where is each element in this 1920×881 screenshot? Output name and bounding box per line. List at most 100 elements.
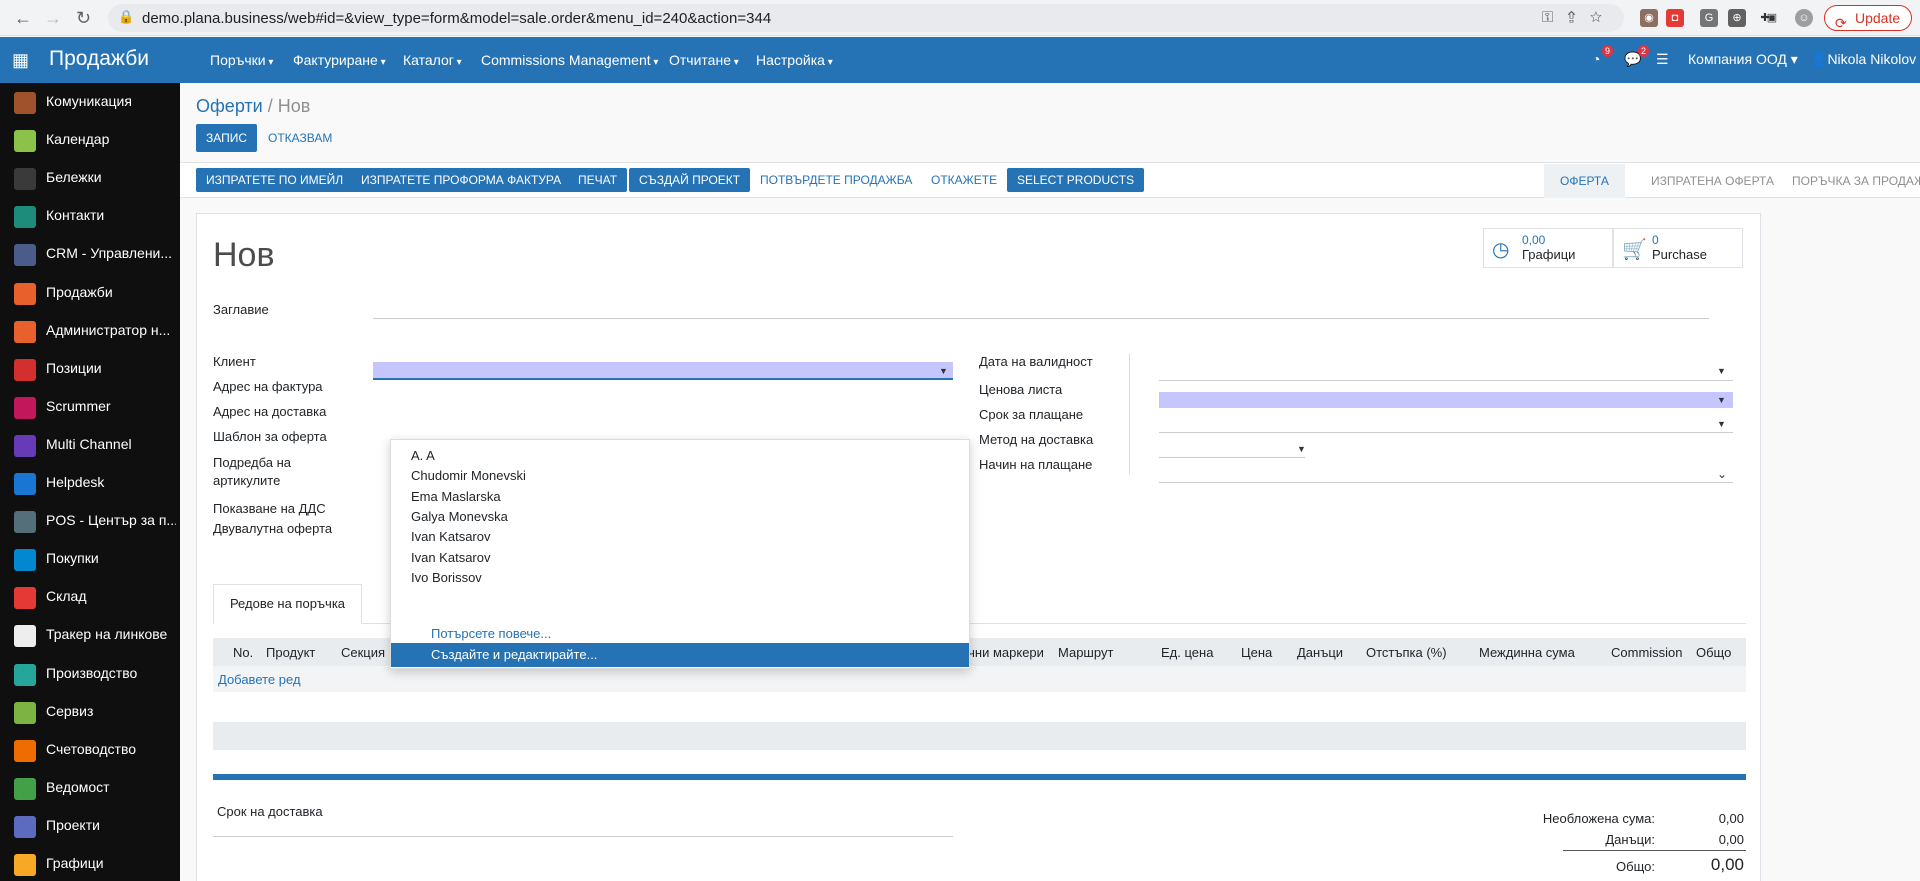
column-header[interactable]: Отстъпка (%) (1366, 645, 1447, 660)
create-project-button[interactable]: СЪЗДАЙ ПРОЕКТ (629, 168, 751, 192)
stage-sale-order[interactable]: ПОРЪЧКА ЗА ПРОДАЖБИ (1776, 164, 1920, 198)
stage-quotation-sent[interactable]: ИЗПРАТЕНА ОФЕРТА (1635, 164, 1790, 198)
delivery-method-caret-icon[interactable]: ▼ (1297, 444, 1306, 454)
discard-button[interactable]: ОТКАЗВАМ (258, 126, 342, 150)
validity-date-input[interactable] (1159, 380, 1733, 381)
sidebar-item[interactable]: Проекти (0, 807, 180, 845)
delivery-term-input[interactable] (213, 836, 953, 837)
sidebar-item[interactable]: Контакти (0, 197, 180, 235)
sidebar-item[interactable]: Ведомост (0, 769, 180, 807)
sidebar-item[interactable]: Helpdesk (0, 464, 180, 502)
sidebar-item[interactable]: Графици (0, 845, 180, 881)
sidebar-item[interactable]: Счетоводство (0, 731, 180, 769)
client-option[interactable]: Ivo Borissov (411, 570, 482, 585)
smart-button-purchase[interactable]: 🛒 0 Purchase (1613, 228, 1743, 268)
address-bar-icons[interactable]: ⚿⇪☆ (1542, 9, 1616, 26)
breadcrumb-parent[interactable]: Оферти (196, 96, 263, 116)
column-header[interactable]: Общо (1696, 645, 1731, 660)
tab-order-lines[interactable]: Редове на поръчка (213, 584, 362, 624)
client-option[interactable]: Ivan Katsarov (411, 550, 491, 565)
client-option[interactable]: Ema Maslarska (411, 489, 501, 504)
sidebar-item[interactable]: POS - Център за п... (0, 502, 180, 540)
back-icon[interactable]: ← (14, 8, 32, 29)
sidebar-item[interactable]: Позиции (0, 350, 180, 388)
payment-terms-input[interactable] (1159, 432, 1733, 433)
payment-method-caret-icon[interactable]: ⌄ (1717, 467, 1727, 481)
sidebar-item[interactable]: Календар (0, 121, 180, 159)
menu-orders[interactable]: Поръчки (210, 52, 273, 68)
sidebar-item[interactable]: Сервиз (0, 693, 180, 731)
column-header[interactable]: Продукт (266, 645, 315, 660)
client-option[interactable]: A. A (411, 448, 435, 463)
app-icon (14, 473, 36, 495)
client-input[interactable] (373, 362, 953, 380)
update-button[interactable]: ⟳ Update (1824, 5, 1912, 31)
sidebar-item-label: Scrummer (46, 397, 111, 414)
sidebar-item[interactable]: Администратор н... (0, 312, 180, 350)
sidebar-item[interactable]: Продажби (0, 274, 180, 312)
column-header[interactable]: Междинна сума (1479, 645, 1575, 660)
send-email-button[interactable]: ИЗПРАТЕТЕ ПО ИМЕЙЛ (196, 168, 354, 192)
sidebar-item[interactable]: Склад (0, 578, 180, 616)
confirm-sale-button[interactable]: ПОТВЪРДЕТЕ ПРОДАЖБА (750, 168, 922, 192)
extension-icon[interactable]: ◘ (1666, 9, 1684, 27)
messages-icon[interactable]: 💬 2 (1624, 45, 1650, 68)
column-header[interactable]: Данъци (1297, 645, 1343, 660)
sidebar-item[interactable]: Бележки (0, 159, 180, 197)
reload-icon[interactable]: ↻ (76, 8, 91, 29)
smart-button-timesheets[interactable]: ◷ 0,00 Графици (1483, 228, 1613, 268)
menu-commissions[interactable]: Commissions Management (481, 52, 658, 68)
save-button[interactable]: ЗАПИС (196, 124, 258, 152)
menu-reporting[interactable]: Отчитане (669, 52, 739, 68)
payment-terms-caret-icon[interactable]: ▼ (1717, 419, 1726, 429)
activity-icon[interactable]: ◔ 9 (1592, 45, 1614, 67)
url-text[interactable]: demo.plana.business/web#id=&view_type=fo… (142, 10, 771, 27)
cancel-button[interactable]: ОТКАЖЕТЕ (921, 168, 1007, 192)
sidebar-item[interactable]: Покупки (0, 540, 180, 578)
client-option[interactable]: Galya Monevska (411, 509, 508, 524)
delivery-method-input[interactable] (1159, 457, 1305, 458)
stage-quotation[interactable]: ОФЕРТА (1544, 164, 1625, 198)
title-input[interactable] (373, 318, 1709, 319)
create-edit-option[interactable]: Създайте и редактирайте... (391, 643, 969, 667)
forward-icon[interactable]: → (44, 8, 62, 29)
menu-catalog[interactable]: Каталог (403, 52, 462, 68)
validity-caret-icon[interactable]: ▼ (1717, 366, 1726, 376)
company-switcher[interactable]: Компания ООД ▾ (1688, 51, 1798, 68)
client-option[interactable]: Ivan Katsarov (411, 529, 491, 544)
column-header[interactable]: Ед. цена (1161, 645, 1213, 660)
pricelist-caret-icon[interactable]: ▼ (1717, 395, 1726, 405)
sidebar-item[interactable]: CRM - Управлени... (0, 235, 180, 273)
sidebar-item[interactable]: Производство (0, 655, 180, 693)
search-more-option[interactable]: Потърсете повече... (431, 626, 551, 641)
record-title: Нов (213, 236, 275, 274)
send-proforma-button[interactable]: ИЗПРАТЕТЕ ПРОФОРМА ФАКТУРА (351, 168, 572, 192)
sidebar-item[interactable]: Комуникация (0, 83, 180, 121)
menu-settings[interactable]: Настройка (756, 52, 833, 68)
apps-grid-icon[interactable]: ▦ (12, 50, 29, 71)
add-line-link[interactable]: Добавете ред (218, 672, 301, 687)
profile-avatar[interactable]: ☺ (1795, 9, 1813, 27)
client-caret-icon[interactable]: ▼ (939, 366, 948, 376)
address-bar[interactable]: 🔒 demo.plana.business/web#id=&view_type=… (108, 4, 1624, 32)
list-icon[interactable]: ☰ (1656, 51, 1669, 68)
menu-invoicing[interactable]: Фактуриране (293, 52, 386, 68)
column-header[interactable]: Цена (1241, 645, 1272, 660)
column-header[interactable]: Секция (341, 645, 385, 660)
user-menu[interactable]: 👤Nikola Nikolov (1810, 51, 1916, 68)
print-button[interactable]: ПЕЧАТ (568, 168, 628, 192)
column-header[interactable]: Commission (1611, 645, 1683, 660)
client-option[interactable]: Chudomir Monevski (411, 468, 526, 483)
sidepanel-icon[interactable]: ▣ (1763, 9, 1781, 27)
sidebar-item[interactable]: Тракер на линкове (0, 616, 180, 654)
column-header[interactable]: No. (233, 645, 253, 660)
column-header[interactable]: Маршрут (1058, 645, 1113, 660)
sidebar-item[interactable]: Scrummer (0, 388, 180, 426)
extension-icon[interactable]: ⊕ (1728, 9, 1746, 27)
sidebar-item[interactable]: Multi Channel (0, 426, 180, 464)
select-products-button[interactable]: SELECT PRODUCTS (1007, 168, 1145, 192)
extension-icon[interactable]: ◉ (1640, 9, 1658, 27)
extension-icon[interactable]: G (1700, 9, 1718, 27)
payment-method-input[interactable] (1159, 482, 1733, 483)
pricelist-input[interactable] (1159, 392, 1733, 408)
